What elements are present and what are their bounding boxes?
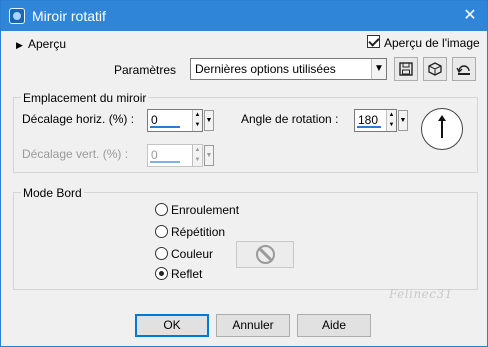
preview-checkbox[interactable] xyxy=(367,35,380,48)
radio-repeat-label: Répétition xyxy=(171,225,226,239)
app-icon xyxy=(9,8,25,24)
title-bar: Miroir rotatif ✕ xyxy=(1,1,487,31)
horiz-offset-label: Décalage horiz. (%) : xyxy=(22,112,135,126)
ok-button[interactable]: OK xyxy=(135,314,209,337)
angle-bar xyxy=(357,126,381,128)
reset-icon xyxy=(456,65,470,75)
radio-wrap[interactable] xyxy=(155,203,168,216)
radio-color[interactable] xyxy=(155,247,168,260)
no-color-icon xyxy=(256,245,275,264)
expand-arrow-icon: ▶ xyxy=(16,40,23,50)
horiz-offset-value: 0 xyxy=(151,113,158,127)
preview-checkbox-label: Aperçu de l'image xyxy=(384,36,480,50)
radio-reflect-label: Reflet xyxy=(171,267,203,281)
dial-needle xyxy=(441,118,443,138)
vert-offset-label: Décalage vert. (%) : xyxy=(22,147,129,161)
cancel-button[interactable]: Annuler xyxy=(216,314,290,337)
angle-label: Angle de rotation : xyxy=(241,112,339,126)
horiz-offset-stepper[interactable]: ▲ ▼ xyxy=(192,110,202,131)
chevron-down-icon[interactable]: ▼ xyxy=(371,59,386,79)
save-preset-button[interactable] xyxy=(394,57,418,81)
angle-stepper[interactable]: ▲ ▼ xyxy=(386,110,396,131)
random-dice-icon xyxy=(428,62,442,76)
save-preset-icon xyxy=(399,62,413,76)
dialog-window: Miroir rotatif ✕ ▶ Aperçu Aperçu de l'ima… xyxy=(0,0,488,347)
preview-expander[interactable]: ▶ Aperçu xyxy=(16,37,66,51)
vert-offset-stepper[interactable]: ▲ ▼ xyxy=(192,145,202,166)
mirror-location-group xyxy=(13,97,478,173)
horiz-offset-input[interactable]: 0 ▲ ▼ ▼ xyxy=(147,109,214,132)
random-button[interactable] xyxy=(423,57,447,81)
radio-color-label: Couleur xyxy=(171,247,214,261)
vert-offset-dropdown[interactable]: ▼ xyxy=(204,145,214,166)
rotation-dial[interactable] xyxy=(421,108,463,150)
radio-reflect[interactable] xyxy=(155,267,168,280)
close-icon[interactable]: ✕ xyxy=(459,5,481,27)
preview-expander-label: Aperçu xyxy=(28,37,67,51)
angle-value: 180 xyxy=(358,113,379,127)
angle-input[interactable]: 180 ▲ ▼ ▼ xyxy=(354,109,408,132)
help-button[interactable]: Aide xyxy=(297,314,371,337)
vert-offset-value: 0 xyxy=(151,148,158,162)
presets-combo[interactable]: Dernières options utilisées ▼ xyxy=(190,58,387,80)
params-label: Paramètres xyxy=(114,63,177,77)
presets-combo-value: Dernières options utilisées xyxy=(195,62,336,76)
radio-repeat[interactable] xyxy=(155,225,168,238)
radio-wrap-label: Enroulement xyxy=(171,203,240,217)
edge-group-label: Mode Bord xyxy=(21,186,84,200)
window-title: Miroir rotatif xyxy=(32,8,106,24)
vert-offset-bar xyxy=(150,161,180,163)
mirror-group-label: Emplacement du miroir xyxy=(21,91,149,105)
vert-offset-input[interactable]: 0 ▲ ▼ ▼ xyxy=(147,144,214,167)
horiz-offset-dropdown[interactable]: ▼ xyxy=(204,110,214,131)
watermark-signature: Felinec31 xyxy=(389,287,453,301)
horiz-offset-bar xyxy=(150,126,180,128)
edge-color-swatch[interactable] xyxy=(236,241,294,268)
reset-button[interactable] xyxy=(452,57,476,81)
angle-dropdown[interactable]: ▼ xyxy=(398,110,408,131)
